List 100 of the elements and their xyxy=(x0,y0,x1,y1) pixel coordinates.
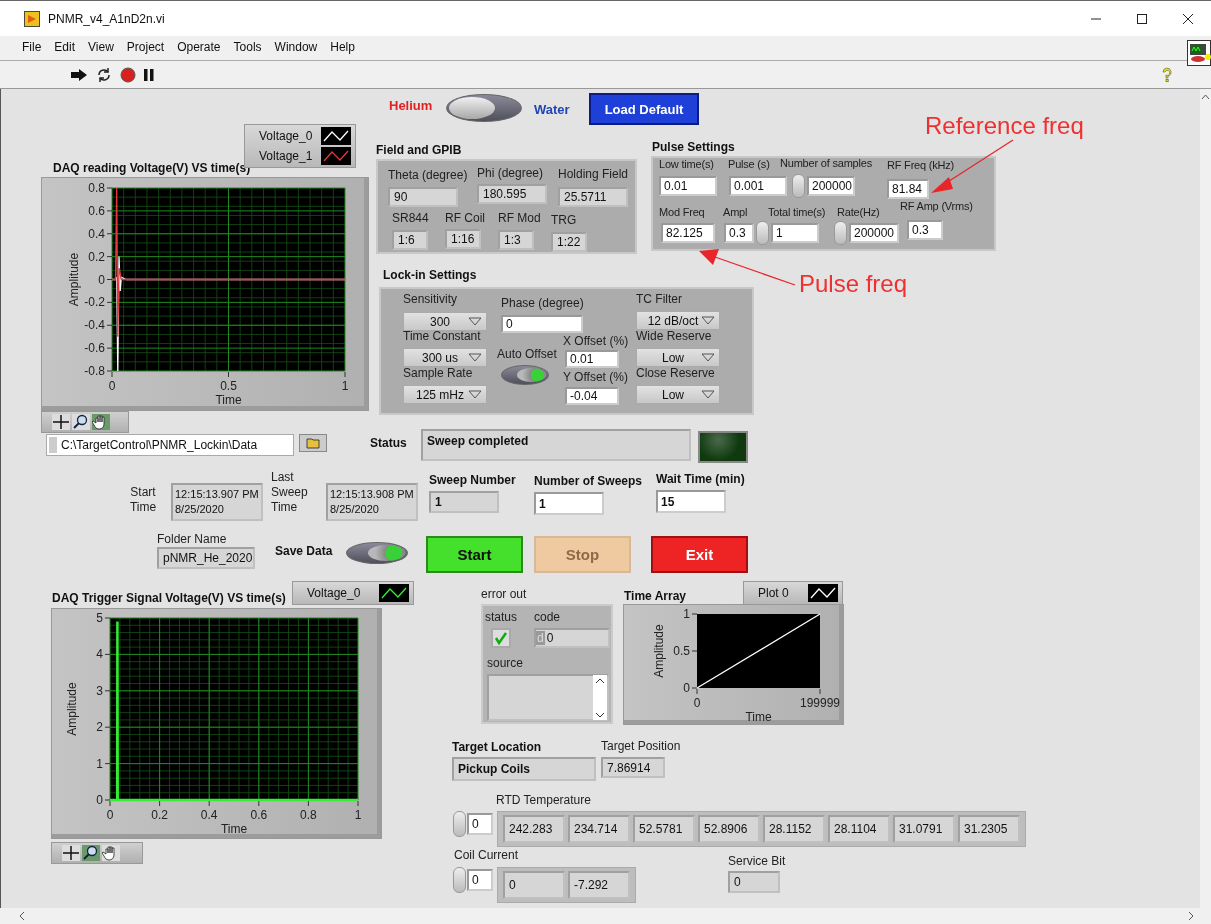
field-label: X Offset (%) xyxy=(563,334,629,348)
indicator-field: 1:22 xyxy=(551,232,587,252)
tick-label: 0 xyxy=(693,696,701,710)
annotation-text: Pulse freq xyxy=(799,270,908,298)
tick-label: -0.2 xyxy=(84,295,105,310)
field-label: RF Amp (Vrms) xyxy=(900,200,973,212)
field-label: Wide Reserve xyxy=(636,329,712,343)
field-label: Auto Offset xyxy=(497,347,557,361)
field-label: Pulse (s) xyxy=(728,158,770,170)
array-cell: 242.283 xyxy=(503,815,565,843)
axis-title: Time xyxy=(220,822,248,836)
tick-label: 1 xyxy=(354,808,362,822)
array-cell: 28.1152 xyxy=(763,815,825,843)
field-label: Phase (degree) xyxy=(501,296,584,310)
field-label: Ampl xyxy=(723,206,748,218)
field-label: RF Coil xyxy=(445,211,485,225)
field-label: Target Position xyxy=(601,739,681,753)
chart-title: Time Array xyxy=(624,589,687,603)
code-field: d 0 xyxy=(534,628,610,648)
tick-label: 0.5 xyxy=(673,644,690,658)
tick-label: 0 xyxy=(98,272,105,287)
tick-label: 5 xyxy=(96,611,103,625)
tick-label: 0.4 xyxy=(200,808,218,822)
field-label: Number of samples xyxy=(780,157,872,169)
field-label: RF Mod xyxy=(498,211,541,225)
indicator-field: 25.5711 xyxy=(558,187,628,207)
field-label: Number of Sweeps xyxy=(534,474,643,488)
array-cell: 31.0791 xyxy=(893,815,955,843)
tick-label: 4 xyxy=(96,647,103,662)
tick-label: 0.6 xyxy=(88,203,105,218)
group-title: Field and GPIB xyxy=(376,143,462,157)
legend-label: Voltage_1 xyxy=(259,149,313,163)
window-title: PNMR_v4_A1nD2n.vi xyxy=(48,11,165,26)
array-label: RTD Temperature xyxy=(496,793,591,807)
field-label: Phi (degree) xyxy=(477,166,544,180)
field-label: Mod Freq xyxy=(659,206,705,218)
tick-label: 3 xyxy=(96,683,103,698)
field-label: code xyxy=(534,610,561,624)
legend-label: Voltage_0 xyxy=(259,129,313,143)
tick-label: 0.4 xyxy=(88,226,105,241)
tick-label: 2 xyxy=(96,720,103,735)
field-label: Target Location xyxy=(452,740,542,754)
legend-label: Plot 0 xyxy=(758,586,789,600)
group-title: Pulse Settings xyxy=(652,140,735,154)
field-label: Close Reserve xyxy=(636,366,715,380)
tick-label: 1 xyxy=(683,607,690,621)
array-cell: -7.292 xyxy=(568,871,630,899)
switch-label: Save Data xyxy=(275,544,333,558)
field-label: Status xyxy=(370,436,407,450)
cluster-label: error out xyxy=(481,587,527,601)
switch-label: Water xyxy=(534,102,570,117)
indicator-field: pNMR_He_2020 xyxy=(157,547,255,569)
field-label: Folder Name xyxy=(157,532,227,546)
tick-label: 0.2 xyxy=(151,808,168,822)
indicator-field: 1 xyxy=(429,491,499,513)
field-label: Rate(Hz) xyxy=(837,206,880,218)
field-label: Y Offset (%) xyxy=(563,370,628,384)
field-label: Holding Field xyxy=(558,167,629,181)
tick-label: -0.6 xyxy=(84,341,105,356)
tick-label: 0.8 xyxy=(88,181,105,195)
indicator-field: 1:6 xyxy=(392,230,428,250)
tick-label: 199999 xyxy=(800,696,840,710)
indicator-field: 0 xyxy=(728,871,780,893)
axis-title: Amplitude xyxy=(652,624,666,678)
array-cell: 52.5781 xyxy=(633,815,695,843)
indicator-field: 90 xyxy=(388,187,458,207)
field-label: SR844 xyxy=(392,211,429,225)
array-cell: 28.1104 xyxy=(828,815,890,843)
field-label: Last Sweep Time xyxy=(271,470,309,515)
field-label: TC Filter xyxy=(636,292,682,306)
indicator-field: 180.595 xyxy=(477,184,547,204)
tick-label: 1 xyxy=(96,756,103,771)
tick-label: 0.8 xyxy=(300,808,317,822)
field-label: Sensitivity xyxy=(403,292,458,306)
axis-title: Time xyxy=(745,710,772,724)
field-label: Low time(s) xyxy=(659,158,714,170)
tick-label: -0.8 xyxy=(84,364,105,378)
tick-label: 1 xyxy=(341,379,349,393)
indicator-field: Pickup Coils xyxy=(452,757,596,781)
array-label: Coil Current xyxy=(454,848,519,862)
timestamp-field: 12:15:13.908 PM 8/25/2020 xyxy=(326,483,418,521)
array-cell: 0 xyxy=(503,871,565,899)
tick-label: 0.2 xyxy=(88,249,105,264)
field-label: RF Freq (kHz) xyxy=(887,159,955,171)
field-label: Sweep Number xyxy=(429,473,516,487)
tick-label: 0 xyxy=(683,681,690,695)
tick-label: 0 xyxy=(108,379,116,393)
field-label: Service Bit xyxy=(728,854,786,868)
chart-title: DAQ Trigger Signal Voltage(V) VS time(s) xyxy=(52,591,286,605)
legend-label: Voltage_0 xyxy=(307,586,361,600)
field-label: TRG xyxy=(551,213,577,227)
field-label: Start Time xyxy=(128,485,158,515)
tick-label: 0 xyxy=(96,793,103,807)
axis-title: Amplitude xyxy=(67,252,81,307)
array-cell: 31.2305 xyxy=(958,815,1020,843)
indicator-field: 1:16 xyxy=(445,229,481,249)
switch-label: Helium xyxy=(389,98,433,113)
axis-title: Amplitude xyxy=(65,682,79,736)
indicator-field: 1:3 xyxy=(498,230,534,250)
timestamp-field: 12:15:13.907 PM 8/25/2020 xyxy=(171,483,263,521)
